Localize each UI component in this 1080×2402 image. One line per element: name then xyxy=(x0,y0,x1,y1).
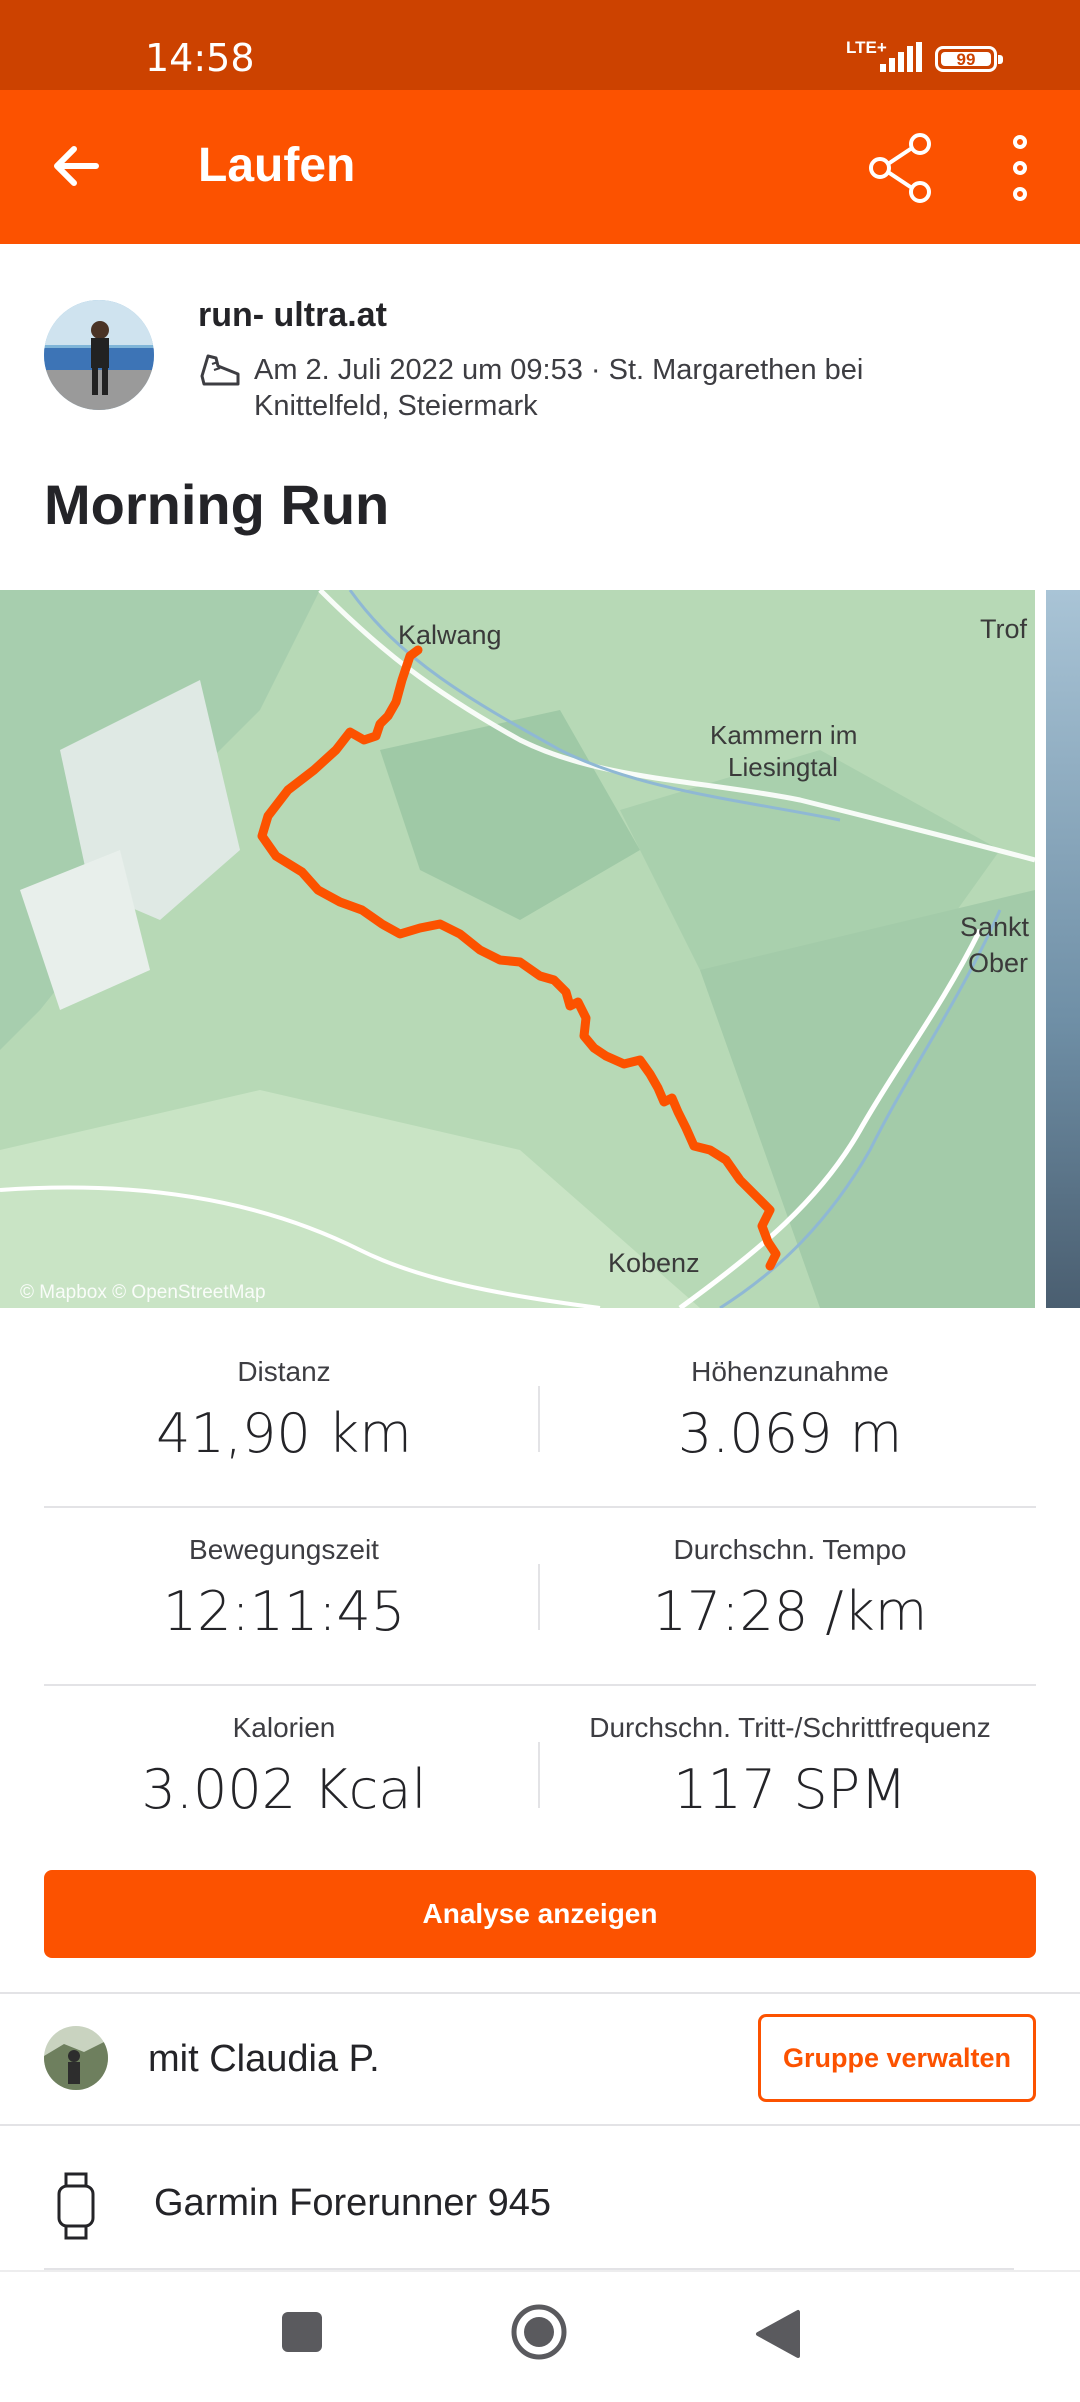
stats-row: Kalorien 3.002 Kcal Durchschn. Tritt-/Sc… xyxy=(44,1686,1036,1862)
group-members-text[interactable]: mit Claudia P. xyxy=(148,2038,380,2081)
page-title: Laufen xyxy=(198,139,356,192)
more-vert-icon[interactable] xyxy=(1000,132,1040,204)
stats-row: Distanz 41,90 km Höhenzunahme 3.069 m xyxy=(44,1330,1036,1508)
stat-value: 117 SPM xyxy=(673,1758,907,1821)
signal-icon xyxy=(880,42,922,72)
stat-label: Kalorien xyxy=(232,1712,336,1743)
divider xyxy=(0,2124,1080,2126)
battery-level: 99 xyxy=(941,51,991,68)
home-button[interactable] xyxy=(510,2303,568,2361)
stats-row: Bewegungszeit 12:11:45 Durchschn. Tempo … xyxy=(44,1508,1036,1686)
stats-grid: Distanz 41,90 km Höhenzunahme 3.069 m Be… xyxy=(44,1330,1036,1862)
map-label-kammern-1: Kammern im xyxy=(710,720,857,750)
stat-label: Durchschn. Tritt-/Schrittfrequenz xyxy=(589,1712,991,1743)
map-label-kammern-2: Liesingtal xyxy=(728,752,838,782)
stat-elevation-gain: Höhenzunahme 3.069 m xyxy=(540,1356,1040,1465)
stat-label: Durchschn. Tempo xyxy=(673,1534,907,1565)
stat-label: Distanz xyxy=(237,1356,331,1387)
back-button[interactable] xyxy=(752,2308,802,2360)
group-avatar[interactable] xyxy=(44,2026,108,2090)
athlete-avatar[interactable] xyxy=(44,300,154,410)
status-bar: 14:58 LTE+ 99 xyxy=(0,0,1080,90)
share-icon[interactable] xyxy=(864,130,940,206)
athlete-name[interactable]: run- ultra.at xyxy=(198,296,387,335)
activity-meta: Am 2. Juli 2022 um 09:53 · St. Margareth… xyxy=(254,354,864,422)
battery-icon: 99 xyxy=(935,46,1003,72)
device-name: Garmin Forerunner 945 xyxy=(154,2182,552,2224)
stat-value: 17:28 /km xyxy=(652,1580,928,1643)
stat-label: Höhenzunahme xyxy=(691,1356,889,1387)
manage-group-button[interactable]: Gruppe verwalten xyxy=(758,2014,1036,2102)
route-map[interactable]: Kalwang Trof Kammern im Liesingtal Sankt… xyxy=(0,590,1035,1308)
map-attribution[interactable]: © Mapbox © OpenStreetMap xyxy=(20,1282,266,1303)
divider xyxy=(0,1992,1080,1994)
map-label-sankt-1: Sankt xyxy=(960,912,1030,942)
map-label-sankt-2: Ober xyxy=(968,948,1028,978)
recents-button[interactable] xyxy=(282,2312,322,2352)
stat-cadence: Durchschn. Tritt-/Schrittfrequenz 117 SP… xyxy=(540,1712,1040,1821)
photo-preview[interactable] xyxy=(1046,590,1080,1308)
watch-icon xyxy=(57,2172,95,2240)
stat-value: 3.069 m xyxy=(677,1402,903,1465)
back-arrow-icon[interactable] xyxy=(46,136,106,196)
analyse-button[interactable]: Analyse anzeigen xyxy=(44,1870,1036,1958)
stat-moving-time: Bewegungszeit 12:11:45 xyxy=(34,1534,534,1643)
stat-label: Bewegungszeit xyxy=(189,1534,379,1565)
stat-distance: Distanz 41,90 km xyxy=(34,1356,534,1465)
shoe-icon xyxy=(200,354,240,386)
stat-calories: Kalorien 3.002 Kcal xyxy=(34,1712,534,1821)
map-label-kalwang: Kalwang xyxy=(398,620,502,650)
stat-avg-pace: Durchschn. Tempo 17:28 /km xyxy=(540,1534,1040,1643)
map-label-kobenz: Kobenz xyxy=(608,1248,700,1278)
activity-title: Morning Run xyxy=(44,473,390,536)
stat-value: 12:11:45 xyxy=(162,1580,406,1643)
map-label-trof: Trof xyxy=(980,614,1027,644)
app-bar: Laufen xyxy=(0,90,1080,244)
stat-value: 41,90 km xyxy=(156,1402,412,1465)
status-time: 14:58 xyxy=(145,36,255,80)
stat-value: 3.002 Kcal xyxy=(141,1758,427,1821)
